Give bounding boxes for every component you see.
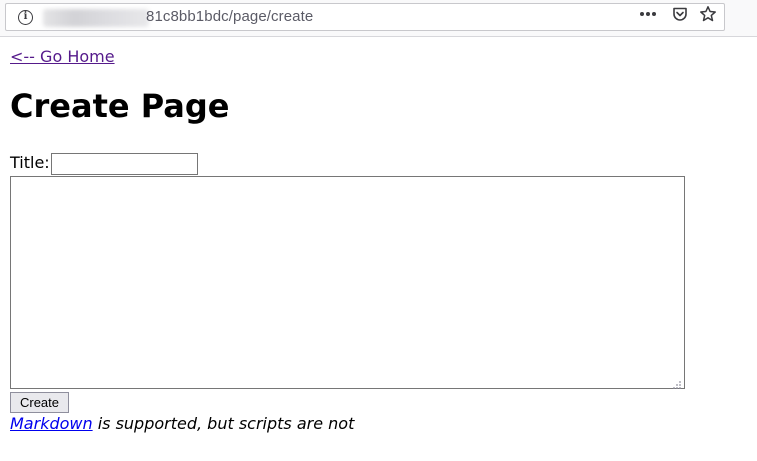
- title-label: Title:: [10, 153, 50, 172]
- more-icon[interactable]: [637, 3, 659, 25]
- url-bar[interactable]: i 81c8bb1bdc/page/create: [5, 3, 725, 31]
- url-text[interactable]: 81c8bb1bdc/page/create: [146, 8, 313, 25]
- content-textarea[interactable]: [10, 176, 685, 389]
- go-home-link[interactable]: <-- Go Home: [10, 47, 115, 66]
- pocket-icon[interactable]: [669, 3, 691, 25]
- resize-grip-icon[interactable]: [671, 375, 682, 389]
- page-title: Create Page: [10, 87, 230, 125]
- markdown-link[interactable]: Markdown: [10, 414, 93, 433]
- star-icon[interactable]: [697, 3, 719, 25]
- title-input[interactable]: [51, 153, 198, 175]
- page-content: <-- Go Home Create Page Title: Create Ma…: [0, 38, 757, 461]
- info-icon[interactable]: i: [18, 10, 33, 25]
- browser-toolbar: i 81c8bb1bdc/page/create: [0, 0, 757, 37]
- markdown-note: Markdown is supported, but scripts are n…: [10, 414, 354, 433]
- markdown-note-text: is supported, but scripts are not: [92, 414, 355, 433]
- create-button[interactable]: Create: [10, 392, 69, 413]
- url-host-redacted: [43, 9, 149, 27]
